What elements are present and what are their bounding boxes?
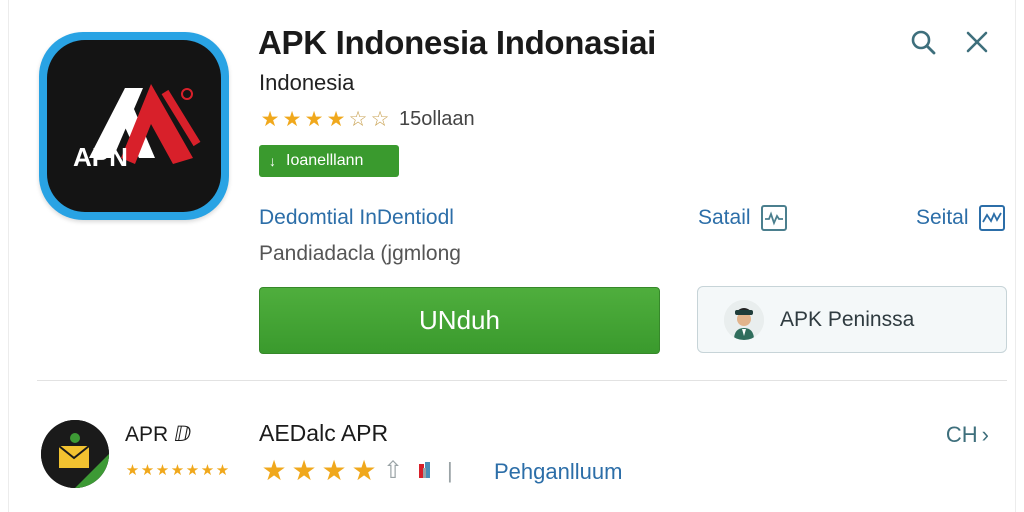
star-icon: ★ (200, 462, 215, 479)
star-icon: ★ (170, 462, 185, 479)
rating-row: ★ ★ ★ ★ ☆ ☆ 15ollaan (259, 106, 475, 132)
app-subtitle: Indonesia (259, 70, 355, 95)
separator: | (447, 457, 453, 483)
download-arrow-icon: ↓ (269, 153, 276, 169)
star-icon: ★ (304, 107, 324, 131)
developer-link[interactable]: Dedomtial InDentiodl (259, 206, 454, 230)
app-detail-panel: APN APK Indonesia Indonasiai Indonesia ★… (8, 0, 1016, 512)
stat-one-label: Satail (698, 206, 751, 229)
stat-two[interactable]: Seital (916, 205, 1005, 231)
app-title: APK Indonesia Indonasiai (258, 24, 657, 61)
close-icon[interactable] (963, 28, 991, 56)
secondary-button-label: APK Peninssa (780, 307, 915, 331)
app-icon: APN (39, 32, 229, 220)
related-rating: ★ ★ ★ ★ ⇧ | (259, 454, 453, 486)
badge-label: Ioanelllann (286, 152, 364, 169)
star-icon: ★ (261, 454, 287, 486)
star-icon: ★ (282, 107, 302, 131)
app-logo-text: APN (73, 142, 128, 172)
app-logo-icon: APN (73, 84, 201, 172)
star-icon: ★ (185, 462, 200, 479)
toolbar-icons (909, 28, 991, 56)
star-icon: ★ (351, 454, 377, 486)
star-icon: ★ (291, 454, 317, 486)
developer-page-button[interactable]: APK Peninssa (697, 286, 1007, 353)
star-icon: ★ (321, 454, 347, 486)
star-empty-icon: ☆ (370, 107, 390, 131)
pulse-chart-icon (978, 205, 1005, 231)
stat-one[interactable]: Satail (698, 205, 787, 231)
download-badge: ↓ Ioanelllann (259, 145, 399, 177)
related-more-label: CH (945, 422, 978, 447)
related-app-title[interactable]: AEDalc APR (259, 420, 388, 447)
stat-two-label: Seital (916, 206, 969, 229)
pulse-chart-icon (760, 205, 787, 231)
star-icon: ★ (155, 462, 170, 479)
star-icon: ★ (326, 107, 346, 131)
section-divider (37, 380, 1007, 381)
star-icon: ★ (260, 107, 280, 131)
install-button[interactable]: UNduh (259, 287, 660, 354)
flag-icon[interactable] (415, 460, 437, 482)
star-icon: ★ (125, 462, 140, 479)
star-icon: ★ (215, 462, 230, 479)
chevron-right-icon: › (981, 422, 989, 447)
related-app-link[interactable]: Pehganlluum (494, 459, 622, 485)
star-half-icon: ☆ (348, 107, 368, 131)
related-more-button[interactable]: CH › (946, 422, 989, 448)
rating-count: 15ollaan (399, 107, 475, 130)
app-icon-face: APN (47, 40, 221, 212)
related-app-icon[interactable] (41, 420, 109, 488)
related-app-name[interactable]: APR ⅅ (125, 422, 191, 447)
share-icon[interactable]: ⇧ (379, 456, 407, 485)
app-info-line: Pandiadacla (jgmlong (259, 242, 461, 265)
related-mini-rating: ★ ★ ★ ★ ★ ★ ★ (125, 461, 230, 479)
search-icon[interactable] (909, 28, 937, 56)
star-icon: ★ (140, 462, 155, 479)
avatar (724, 299, 764, 340)
